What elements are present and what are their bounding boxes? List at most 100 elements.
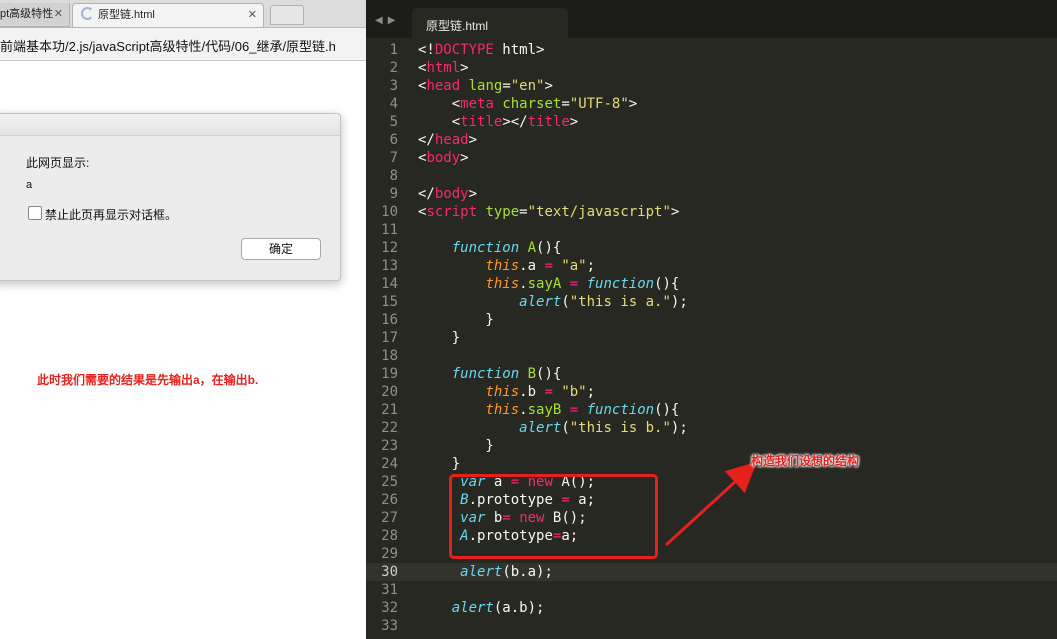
code-token: sayB <box>527 402 562 418</box>
line-code: <head lang="en"> <box>418 77 553 95</box>
line-code: this.sayB = function(){ <box>418 401 679 419</box>
code-token: html> <box>493 42 545 58</box>
line-number: 26 <box>381 492 398 508</box>
annotation-right: 构造我们设想的结构 <box>751 454 860 468</box>
code-line[interactable]: 19 function B(){ <box>366 365 1057 383</box>
code-line[interactable]: 31 <box>366 581 1057 599</box>
code-line[interactable]: 4 <meta charset="UTF-8"> <box>366 95 1057 113</box>
code-token: alert <box>460 564 503 580</box>
code-line[interactable]: 21 this.sayB = function(){ <box>366 401 1057 419</box>
browser-tab-previous[interactable]: pt高级特性 ✕ <box>0 3 70 27</box>
line-code: <body> <box>418 149 469 167</box>
line-code: function B(){ <box>418 365 562 383</box>
code-line[interactable]: 30 alert(b.a); <box>366 563 1057 581</box>
code-line[interactable]: 18 <box>366 347 1057 365</box>
code-line[interactable]: 22 alert("this is b."); <box>366 419 1057 437</box>
code-line[interactable]: 5 <title></title> <box>366 113 1057 131</box>
new-tab-button[interactable] <box>270 5 304 25</box>
line-number: 3 <box>389 78 398 94</box>
line-code: alert(a.b); <box>418 599 545 617</box>
editor-tab-label: 原型链.html <box>426 19 489 33</box>
line-number: 21 <box>381 402 398 418</box>
close-icon[interactable]: ✕ <box>54 3 63 25</box>
code-token: . <box>519 402 528 418</box>
code-token: (){ <box>654 402 680 418</box>
code-token: ); <box>670 294 688 310</box>
code-token: "UTF-8" <box>569 96 629 112</box>
code-token: (){ <box>536 366 562 382</box>
code-token: ( <box>561 294 570 310</box>
line-number: 19 <box>381 366 398 382</box>
code-line[interactable]: 32 alert(a.b); <box>366 599 1057 617</box>
code-line[interactable]: 7 <body> <box>366 149 1057 167</box>
code-token: body <box>426 150 461 166</box>
code-token: < <box>418 96 461 112</box>
code-line[interactable]: 20 this.b = "b"; <box>366 383 1057 401</box>
code-token: function <box>451 240 520 256</box>
code-line[interactable]: 13 this.a = "a"; <box>366 257 1057 275</box>
line-number: 27 <box>381 510 398 526</box>
code-token: > <box>544 78 553 94</box>
browser-tab-active[interactable]: 原型链.html ✕ <box>72 3 264 27</box>
code-token: lang <box>468 78 503 94</box>
code-token: ></ <box>502 114 528 130</box>
code-token: title <box>460 114 503 130</box>
code-line[interactable]: 16 } <box>366 311 1057 329</box>
line-code: <script type="text/javascript"> <box>418 203 679 221</box>
code-token: .b <box>519 384 545 400</box>
code-token: = <box>561 96 570 112</box>
code-line[interactable]: 10 <script type="text/javascript"> <box>366 203 1057 221</box>
code-token: DOCTYPE <box>434 42 494 58</box>
code-token: = <box>544 384 553 400</box>
code-token: "this is a." <box>569 294 671 310</box>
suppress-dialogs-label[interactable]: 禁止此页再显示对话框。 <box>45 206 177 223</box>
code-token: } <box>418 456 461 472</box>
line-number: 20 <box>381 384 398 400</box>
code-token: = <box>569 276 579 292</box>
code-token: (){ <box>536 240 562 256</box>
code-line[interactable]: 12 function A(){ <box>366 239 1057 257</box>
address-bar[interactable]: 前端基本功/2.js/javaScript高级特性/代码/06_继承/原型链.h <box>0 28 366 61</box>
suppress-dialogs-checkbox[interactable] <box>28 206 42 220</box>
code-line[interactable]: 9 </body> <box>366 185 1057 203</box>
code-line[interactable]: 11 <box>366 221 1057 239</box>
code-token: (b.a); <box>502 564 553 580</box>
dialog-header <box>0 114 340 136</box>
tab-nav-arrows-icon[interactable]: ◀▶ <box>375 15 400 26</box>
code-line[interactable]: 6 </head> <box>366 131 1057 149</box>
code-token: > <box>468 186 478 202</box>
code-line[interactable]: 17 } <box>366 329 1057 347</box>
close-icon[interactable]: ✕ <box>248 4 257 26</box>
editor-tab-active[interactable]: 原型链.html <box>412 8 568 38</box>
code-token: charset <box>502 96 562 112</box>
code-line[interactable]: 3 <head lang="en"> <box>366 77 1057 95</box>
line-number: 2 <box>389 60 398 76</box>
line-number: 4 <box>389 96 398 112</box>
code-line[interactable]: 2 <html> <box>366 59 1057 77</box>
code-line[interactable]: 1 <!DOCTYPE html> <box>366 41 1057 59</box>
line-code: </body> <box>418 185 477 203</box>
dialog-title: 此网页显示: <box>26 156 90 170</box>
code-line[interactable]: 33 <box>366 617 1057 635</box>
highlight-box <box>449 474 658 559</box>
ok-button[interactable]: 确定 <box>241 238 321 260</box>
line-number: 7 <box>389 150 398 166</box>
code-token: this <box>485 402 520 418</box>
code-line[interactable]: 8 <box>366 167 1057 185</box>
code-line[interactable]: 15 alert("this is a."); <box>366 293 1057 311</box>
code-token: this <box>485 276 520 292</box>
alert-dialog: 此网页显示: a 禁止此页再显示对话框。 确定 <box>0 113 341 281</box>
code-line[interactable]: 14 this.sayA = function(){ <box>366 275 1057 293</box>
code-token: alert <box>451 600 494 616</box>
code-token: title <box>527 114 570 130</box>
code-line[interactable]: 23 } <box>366 437 1057 455</box>
tab-label: pt高级特性 <box>0 8 54 20</box>
code-token: > <box>569 114 579 130</box>
code-line[interactable]: 24 } <box>366 455 1057 473</box>
